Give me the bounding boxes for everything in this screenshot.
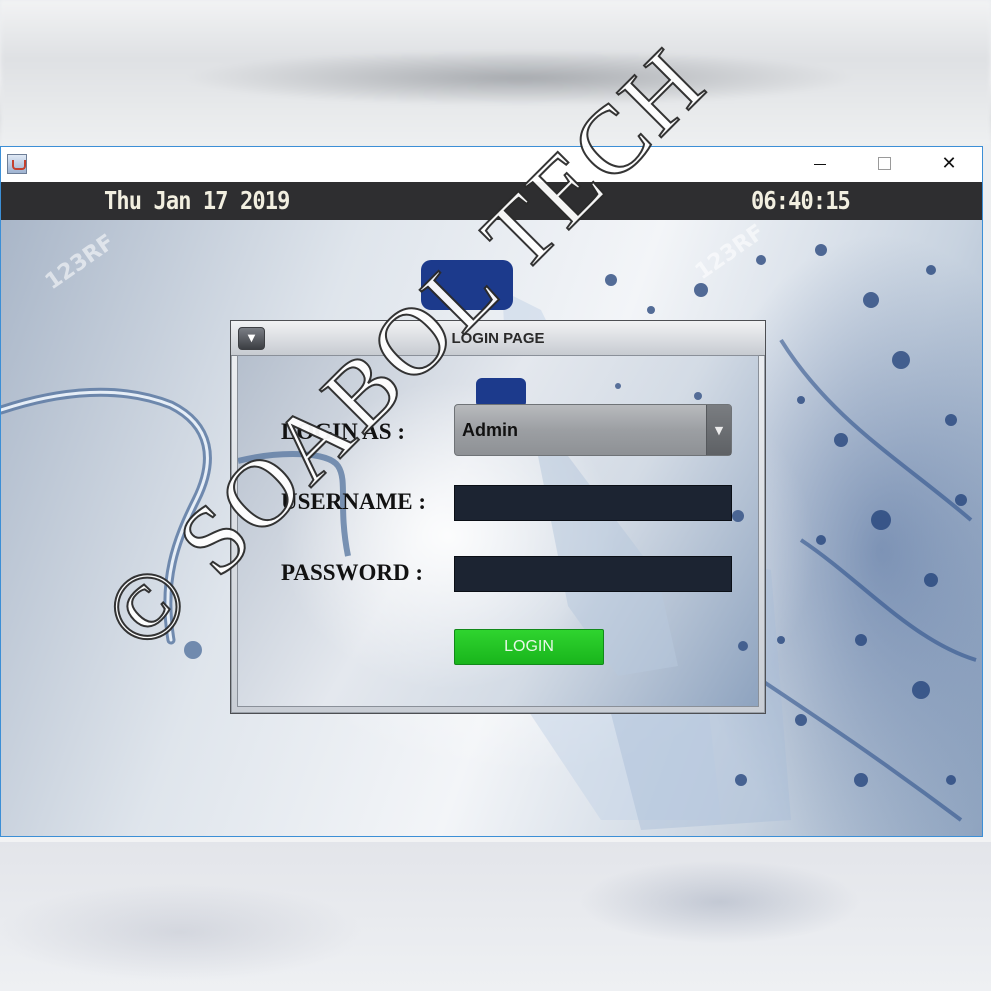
current-date: Thu Jan 17 2019 [104,186,290,215]
minimize-button[interactable] [797,147,843,180]
username-label: USERNAME : [281,489,427,514]
background-blur-top [0,0,991,146]
dialog-body: LOGIN AS : Admin ▼ USERNAME : PASSWORD :… [237,355,759,707]
header-bar: Thu Jan 17 2019 06:40:15 [1,182,982,220]
login-dialog: ▼ LOGIN PAGE LOGIN AS : Admin ▼ USERNAME… [230,320,766,714]
close-button[interactable]: ✕ [926,147,972,180]
login-as-selected-value: Admin [462,420,518,440]
dialog-titlebar[interactable]: ▼ LOGIN PAGE [231,321,765,356]
login-button[interactable]: LOGIN [454,629,604,665]
username-field[interactable] [454,485,732,521]
select-arrow-button[interactable]: ▼ [706,405,731,455]
login-as-label: LOGIN AS : [281,419,405,444]
java-app-icon[interactable] [7,154,27,174]
background-blur-bottom [0,842,991,991]
chevron-down-icon: ▼ [714,423,724,437]
maximize-button[interactable] [861,147,907,180]
current-time: 06:40:15 [751,186,851,215]
minimize-icon [814,164,826,165]
close-icon: ✕ [941,153,957,174]
login-as-select[interactable]: Admin ▼ [454,404,732,456]
password-label: PASSWORD : [281,560,424,585]
dialog-title: LOGIN PAGE [451,330,545,347]
password-field[interactable] [454,556,732,592]
maximize-icon [877,157,891,170]
window-titlebar[interactable]: ✕ [1,147,982,182]
